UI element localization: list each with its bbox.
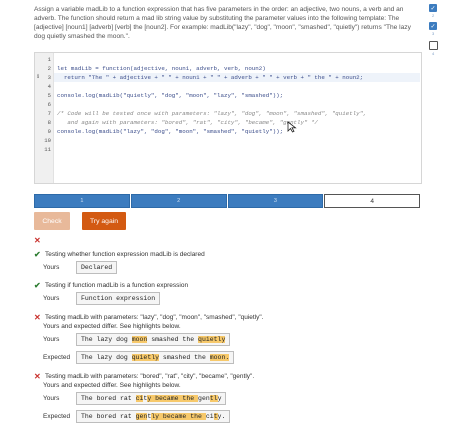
fail-x-icon: ✕ [34, 372, 41, 381]
pass-check-icon: ✔ [34, 281, 41, 290]
test-4-yours-label: Yours [43, 395, 60, 402]
test-4-expected-label: Expected [43, 413, 71, 420]
test-4-title: Testing madLib with parameters: "bored",… [45, 373, 255, 380]
code-line-2: let madLib = function(adjective, noun1, … [57, 65, 266, 72]
info-icon: ℹ [37, 74, 40, 80]
code-line-7: /* Code will be tested once with paramet… [57, 110, 367, 117]
line-number: 11 [44, 146, 51, 153]
code-line-3: return "The " + adjective + " " + noun1 … [57, 74, 364, 81]
progress-segment-3[interactable]: 3 [227, 194, 324, 208]
diff-highlight: ci [135, 395, 144, 402]
diff-highlight: moon [131, 336, 148, 343]
level-2-label: 2 [432, 13, 435, 18]
test-1-yours-label: Yours [43, 264, 60, 271]
diff-highlight: ly became the [151, 413, 206, 420]
editor-gutter: 1 2 3 4 5 6 7 8 9 10 11 ℹ [35, 53, 54, 183]
line-number: 2 [47, 65, 51, 72]
test-4-yours-output: The bored rat ci t y became the gen tl y [76, 392, 227, 405]
level-2-complete-checkbox[interactable]: ✓ [429, 4, 437, 12]
output-text: The lazy dog [81, 336, 132, 343]
test-2-yours-output: Function expression [76, 292, 161, 305]
test-2-yours-label: Yours [43, 295, 60, 302]
progress-segment-4[interactable]: 4 [324, 194, 420, 208]
progress-segment-1[interactable]: 1 [34, 194, 130, 208]
output-text: The lazy dog [81, 354, 132, 361]
output-text: The bored rat [81, 395, 136, 402]
diff-highlight: tl [209, 395, 218, 402]
test-2-title: Testing if function madLib is a function… [45, 282, 189, 289]
test-3-expected-label: Expected [43, 354, 71, 361]
line-number: 8 [47, 119, 51, 126]
code-line-9: console.log(madLib("lazy", "dog", "moon"… [57, 128, 284, 135]
try-again-button[interactable]: Try again [82, 212, 126, 230]
progress-segment-2[interactable]: 2 [130, 194, 227, 208]
mouse-cursor-icon [287, 121, 297, 133]
line-number: 1 [47, 56, 51, 63]
test-3-title: Testing madLib with parameters: "lazy", … [45, 314, 264, 321]
fail-x-icon: ✕ [34, 313, 41, 322]
level-4-checkbox[interactable] [429, 41, 438, 50]
output-text: smashed the [159, 354, 210, 361]
output-text: smashed the [147, 336, 199, 343]
level-3-complete-checkbox[interactable]: ✓ [429, 22, 437, 30]
diff-highlight: quietly [131, 354, 160, 361]
output-text: ci [205, 413, 214, 420]
line-number: 10 [44, 137, 51, 144]
test-4-note: Yours and expected differ. See highlight… [43, 382, 181, 389]
test-3-note: Yours and expected differ. See highlight… [43, 323, 181, 330]
output-text: The bored rat [81, 413, 136, 420]
line-number: 7 [47, 110, 51, 117]
test-3-yours-label: Yours [43, 336, 60, 343]
output-text: gen [198, 395, 210, 402]
level-4-label: 4 [432, 51, 435, 56]
output-text: y [217, 395, 222, 402]
check-button[interactable]: Check [34, 212, 70, 230]
overall-fail-icon: ✕ [34, 236, 41, 245]
diff-highlight: quietly [198, 336, 226, 343]
level-3-label: 3 [432, 31, 435, 36]
test-3-yours-output: The lazy dog moon smashed the quietly [76, 333, 231, 346]
test-1-title: Testing whether function expression madL… [45, 251, 205, 258]
test-3-expected-output: The lazy dog quietly smashed the moon. [76, 351, 235, 364]
code-line-5: console.log(madLib("quietly", "dog", "mo… [57, 92, 284, 99]
line-number: 9 [47, 128, 51, 135]
test-1-yours-output: Declared [76, 261, 118, 274]
output-text: y. [217, 413, 226, 420]
diff-highlight: y became the [147, 395, 199, 402]
line-number: 4 [47, 83, 51, 90]
test-4-expected-output: The bored rat gen t ly became the ci t y. [76, 410, 231, 423]
code-line-8: and again with parameters: "bored", "rat… [57, 119, 318, 126]
progress-bar: 1 2 3 4 [34, 194, 420, 208]
diff-highlight: gen [135, 413, 148, 420]
code-editor[interactable]: 1 2 3 4 5 6 7 8 9 10 11 ℹ let madLib = f… [34, 52, 422, 184]
line-number: 6 [47, 101, 51, 108]
instructions-text: Assign a variable madLib to a function e… [34, 6, 411, 40]
diff-highlight: moon. [209, 354, 230, 361]
pass-check-icon: ✔ [34, 250, 41, 259]
line-number: 5 [47, 92, 51, 99]
